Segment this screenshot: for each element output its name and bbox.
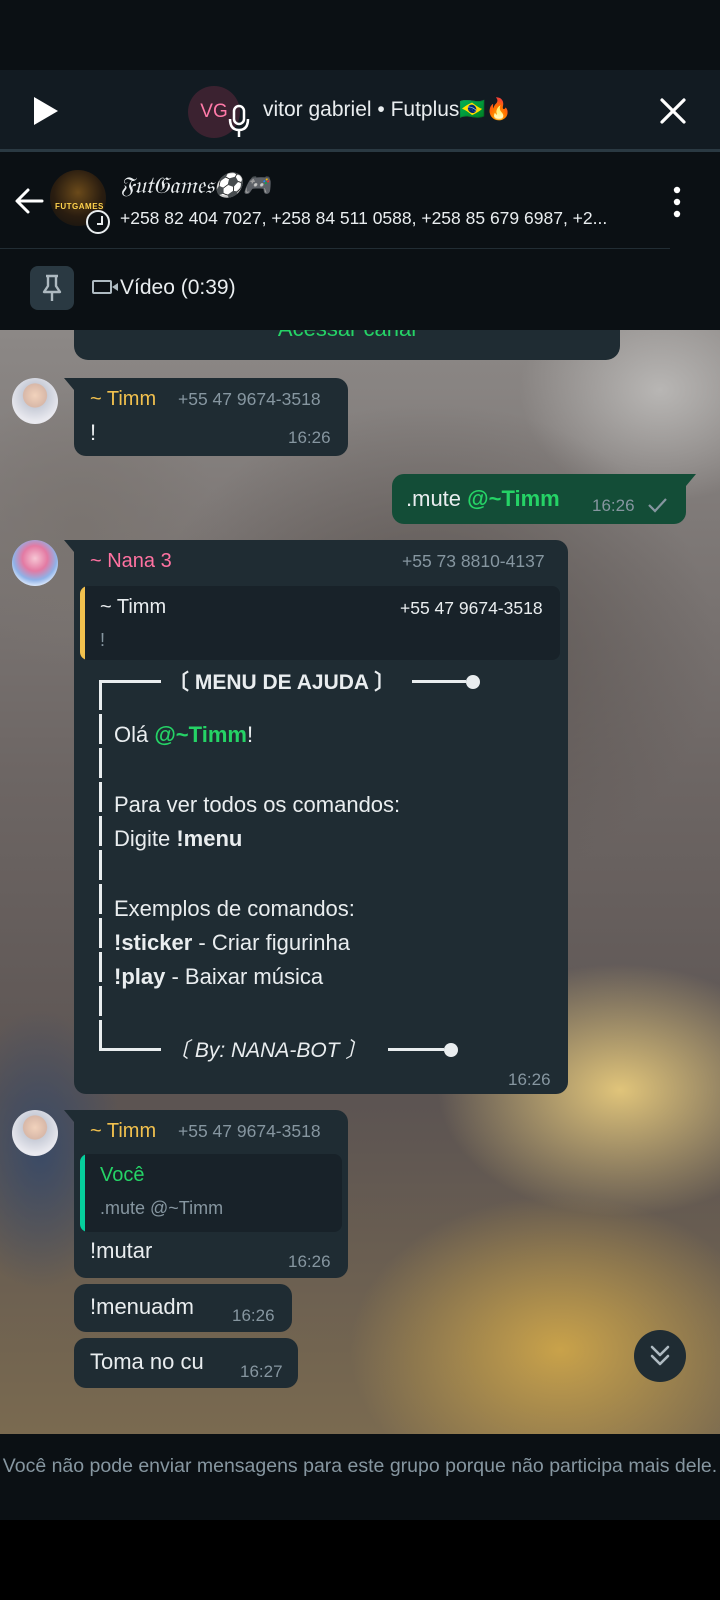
- sender-phone: +55 47 9674-3518: [178, 389, 321, 409]
- message-text: !mutar: [90, 1238, 153, 1263]
- menu-command: !menu: [176, 826, 243, 851]
- call-title: vitor gabriel • Futplus🇧🇷🔥: [263, 98, 512, 121]
- quoted-text: .mute @~Timm: [100, 1198, 224, 1218]
- double-chevron-down-icon: [650, 1345, 670, 1366]
- pinned-message-bar[interactable]: Vídeo (0:39): [0, 250, 720, 330]
- menu-command: !play: [114, 964, 166, 989]
- chat-header: FUTGAMES 𝔉𝔲𝔱𝔊𝔞𝔪𝔢𝔰⚽🎮 +258 82 404 7027, +2…: [0, 152, 720, 250]
- mic-icon: [228, 104, 250, 137]
- channel-card[interactable]: Acessar canal: [74, 330, 620, 360]
- message-bubble[interactable]: ~ Timm +55 47 9674-3518 ! 16:26: [64, 378, 348, 456]
- menu-title: 〔 MENU DE AJUDA 〕: [168, 671, 396, 694]
- menu-line-prefix: Digite: [114, 826, 177, 851]
- menu-command-desc: - Baixar música: [165, 964, 324, 989]
- mention[interactable]: @~Timm: [154, 722, 247, 747]
- quoted-message[interactable]: ~ Timm +55 47 9674-3518 !: [80, 586, 560, 660]
- message-text: !menuadm: [90, 1294, 194, 1319]
- message-bubble[interactable]: !menuadm 16:26: [74, 1284, 292, 1332]
- timer-icon: [86, 210, 110, 234]
- menu-line: Exemplos de comandos:: [114, 896, 355, 921]
- quoted-text: !: [100, 630, 106, 650]
- sender-name[interactable]: ~ Timm: [90, 388, 156, 411]
- mention[interactable]: @~Timm: [467, 486, 560, 511]
- message-time: 16:26: [288, 1252, 331, 1271]
- status-bar: [0, 0, 720, 70]
- message-text: .mute @~Timm: [406, 486, 560, 512]
- avatar[interactable]: [12, 1110, 58, 1156]
- play-icon[interactable]: [30, 94, 62, 128]
- chat-area[interactable]: Acessar canal ~ Timm +55 47 9674-3518 ! …: [0, 330, 720, 1434]
- message-text-prefix: .mute: [406, 486, 468, 511]
- menu-line: Para ver todos os comandos:: [114, 792, 401, 817]
- cannot-send-notice: Você não pode enviar mensagens para este…: [0, 1434, 720, 1520]
- message-time: 16:26: [288, 428, 331, 447]
- quote-bar: [80, 1154, 85, 1232]
- message-time: 16:26: [508, 1070, 551, 1089]
- sender-phone: +55 73 8810-4137: [402, 551, 545, 571]
- pin-icon: [42, 274, 62, 301]
- access-channel-link[interactable]: Acessar canal: [278, 330, 416, 342]
- avatar[interactable]: [12, 378, 58, 424]
- menu-line: Digite !menu: [114, 826, 242, 852]
- sender-phone: +55 47 9674-3518: [178, 1121, 321, 1141]
- message-text: !: [90, 420, 97, 445]
- greeting-suffix: !: [246, 722, 254, 747]
- menu-line: !sticker - Criar figurinha: [114, 930, 350, 956]
- menu-border-top-left: [99, 680, 161, 683]
- help-menu: 〔 MENU DE AJUDA 〕 Olá @~Timm! Para ver t…: [94, 668, 574, 1068]
- quoted-phone: +55 47 9674-3518: [400, 598, 543, 618]
- more-vertical-icon[interactable]: [672, 186, 682, 218]
- sender-name[interactable]: ~ Nana 3: [90, 550, 172, 573]
- menu-greeting: Olá @~Timm!: [114, 722, 253, 748]
- message-bubble[interactable]: ~ Nana 3 +55 73 8810-4137 ~ Timm +55 47 …: [64, 540, 568, 1094]
- menu-border-top-right: [412, 680, 466, 683]
- quoted-message[interactable]: Você .mute @~Timm: [80, 1154, 342, 1232]
- scroll-to-bottom-button[interactable]: [634, 1330, 686, 1382]
- navigation-bar: [0, 1520, 720, 1600]
- menu-dot: [466, 675, 480, 689]
- close-icon[interactable]: [656, 94, 690, 128]
- menu-dot: [444, 1043, 458, 1057]
- greeting-prefix: Olá: [114, 722, 155, 747]
- menu-command: !sticker: [114, 930, 193, 955]
- menu-border-bottom-right: [388, 1048, 444, 1051]
- menu-footer: 〔 By: NANA-BOT 〕: [168, 1039, 367, 1062]
- message-time: 16:27: [240, 1362, 283, 1381]
- back-arrow-icon[interactable]: [12, 184, 46, 218]
- message-text: Toma no cu: [90, 1349, 204, 1374]
- message-bubble[interactable]: ~ Timm +55 47 9674-3518 Você .mute @~Tim…: [64, 1110, 348, 1278]
- quoted-sender: Você: [100, 1164, 145, 1186]
- message-bubble[interactable]: Toma no cu 16:27: [74, 1338, 298, 1388]
- video-icon: [92, 280, 112, 294]
- pinned-label: Vídeo (0:39): [120, 276, 236, 299]
- message-time: 16:26: [232, 1306, 275, 1325]
- menu-command-desc: - Criar figurinha: [192, 930, 350, 955]
- quoted-sender: ~ Timm: [100, 596, 167, 618]
- pin-button[interactable]: [30, 266, 74, 310]
- outgoing-message-bubble[interactable]: .mute @~Timm 16:26: [392, 474, 696, 524]
- quote-bar: [80, 586, 85, 660]
- menu-border-left: [99, 680, 102, 1048]
- header-divider: [0, 248, 670, 249]
- group-members[interactable]: +258 82 404 7027, +258 84 511 0588, +258…: [120, 208, 650, 229]
- group-name[interactable]: 𝔉𝔲𝔱𝔊𝔞𝔪𝔢𝔰⚽🎮: [120, 172, 271, 199]
- avatar[interactable]: [12, 540, 58, 586]
- ongoing-call-bar[interactable]: VG vitor gabriel • Futplus🇧🇷🔥: [0, 70, 720, 152]
- menu-line: !play - Baixar música: [114, 964, 323, 990]
- message-time: 16:26: [592, 496, 635, 515]
- sender-name[interactable]: ~ Timm: [90, 1120, 156, 1143]
- menu-border-bottom-left: [99, 1048, 161, 1051]
- checkmark-icon: [648, 498, 667, 513]
